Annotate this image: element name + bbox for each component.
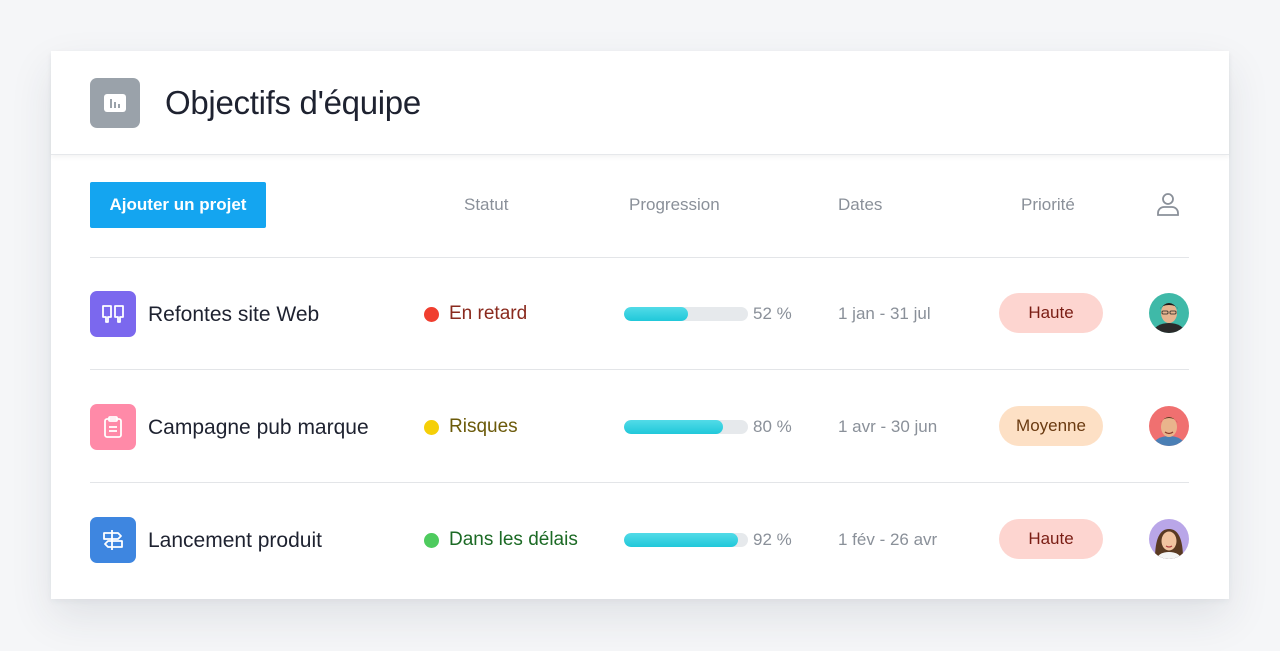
user-icon[interactable] <box>1155 191 1181 222</box>
progress-percent: 92 % <box>753 530 792 549</box>
bar-chart-icon <box>90 78 140 128</box>
avatar[interactable] <box>1149 293 1189 333</box>
progress-fill <box>624 420 724 434</box>
clipboard-icon <box>90 404 136 450</box>
progress-percent: 80 % <box>753 417 792 436</box>
progress-bar <box>624 533 748 547</box>
date-range[interactable]: 1 avr - 30 jun <box>838 416 937 438</box>
progress-percent: 52 % <box>753 304 792 323</box>
status-badge[interactable]: Risques <box>424 415 518 439</box>
table-row[interactable]: Campagne pub marque Risques 80 % 1 avr -… <box>51 370 1229 482</box>
status-badge[interactable]: En retard <box>424 302 527 326</box>
progress-fill <box>624 533 739 547</box>
status-label: Dans les délais <box>449 529 578 550</box>
project-name[interactable]: Refontes site Web <box>148 302 319 328</box>
status-label: Risques <box>449 416 518 437</box>
column-header-progress[interactable]: Progression <box>629 194 720 216</box>
status-dot <box>424 532 439 548</box>
project-name[interactable]: Campagne pub marque <box>148 415 369 441</box>
progress-bar <box>624 307 748 321</box>
status-label: En retard <box>449 303 528 324</box>
column-header-status[interactable]: Statut <box>464 194 508 216</box>
card-header: Objectifs d'équipe <box>51 51 1229 155</box>
table-row[interactable]: Refontes site Web En retard 52 % 1 jan -… <box>51 257 1229 369</box>
date-range[interactable]: 1 jan - 31 jul <box>838 303 931 325</box>
column-header-priority[interactable]: Priorité <box>1021 194 1075 216</box>
status-badge[interactable]: Dans les délais <box>424 528 578 552</box>
page-title: Objectifs d'équipe <box>165 84 421 121</box>
status-dot <box>424 419 439 435</box>
avatar[interactable] <box>1149 406 1189 446</box>
table-row[interactable]: Lancement produit Dans les délais 92 % 1… <box>51 483 1229 595</box>
progress-bar <box>624 420 748 434</box>
project-name[interactable]: Lancement produit <box>148 528 322 554</box>
add-project-button[interactable]: Ajouter un projet <box>90 182 266 228</box>
priority-badge[interactable]: Haute <box>999 293 1103 333</box>
book-icon <box>90 291 136 337</box>
column-header-dates[interactable]: Dates <box>838 194 882 216</box>
signpost-icon <box>90 517 136 563</box>
status-dot <box>424 306 439 322</box>
priority-badge[interactable]: Moyenne <box>999 406 1103 446</box>
date-range[interactable]: 1 fév - 26 avr <box>838 529 937 551</box>
priority-badge[interactable]: Haute <box>999 519 1103 559</box>
team-goals-card: Objectifs d'équipe Ajouter un projet Sta… <box>51 51 1229 599</box>
progress-fill <box>624 307 689 321</box>
avatar[interactable] <box>1149 519 1189 559</box>
